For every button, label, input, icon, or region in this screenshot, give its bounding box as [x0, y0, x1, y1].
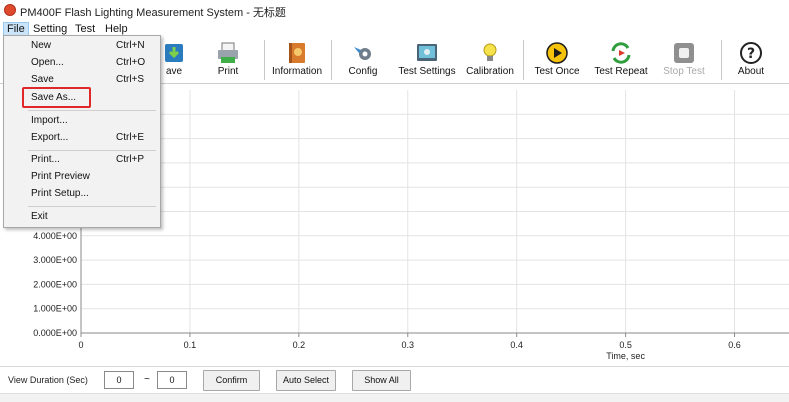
- title-bar: PM400F Flash Lighting Measurement System…: [0, 0, 789, 20]
- y-tick-label: 1.000E+00: [33, 304, 77, 314]
- x-tick-label: 0.6: [728, 340, 741, 350]
- menu-item-print[interactable]: Print... Ctrl+P: [4, 152, 160, 168]
- x-tick-label: 0.5: [619, 340, 632, 350]
- test-once-button[interactable]: Test Once: [531, 37, 583, 83]
- print-button[interactable]: Print: [205, 37, 251, 83]
- range-separator: ~: [144, 374, 150, 385]
- menu-setting[interactable]: Setting: [30, 22, 70, 36]
- x-tick-label: 0.4: [510, 340, 523, 350]
- test-settings-icon: [417, 44, 437, 61]
- test-settings-button[interactable]: Test Settings: [396, 37, 458, 83]
- save-as-highlight-box: [22, 87, 91, 108]
- config-button[interactable]: Config: [342, 37, 384, 83]
- menu-item-export[interactable]: Export... Ctrl+E: [4, 130, 160, 146]
- printer-icon: [218, 42, 238, 63]
- menu-item-open[interactable]: Open... Ctrl+O: [4, 55, 160, 71]
- view-duration-label: View Duration (Sec): [8, 375, 88, 385]
- x-tick-label: 0.2: [293, 340, 306, 350]
- menu-separator: [28, 110, 156, 111]
- app-logo-icon: [4, 4, 16, 16]
- menu-item-print-preview[interactable]: Print Preview: [4, 169, 160, 185]
- save-toolbar-button[interactable]: ave: [156, 37, 192, 83]
- test-repeat-button[interactable]: Test Repeat: [590, 37, 652, 83]
- menu-help[interactable]: Help: [102, 22, 131, 36]
- save-icon: [165, 44, 183, 62]
- y-tick-label: 3.000E+00: [33, 255, 77, 265]
- menu-item-exit[interactable]: Exit: [4, 209, 160, 225]
- menu-separator: [28, 206, 156, 207]
- toolbar-separator: [331, 40, 332, 80]
- menu-item-new[interactable]: New Ctrl+N: [4, 38, 160, 54]
- confirm-button[interactable]: Confirm: [203, 370, 260, 391]
- stop-test-button[interactable]: Stop Test: [659, 37, 709, 83]
- toolbar-separator: [523, 40, 524, 80]
- svg-text:?: ?: [747, 46, 755, 62]
- about-button[interactable]: ? About: [729, 37, 773, 83]
- x-axis-label: Time, sec: [606, 351, 645, 361]
- file-menu-dropdown: New Ctrl+N Open... Ctrl+O Save Ctrl+S Sa…: [3, 35, 161, 228]
- y-tick-label: 2.000E+00: [33, 279, 77, 289]
- y-tick-label: 0.000E+00: [33, 328, 77, 338]
- play-icon: [546, 42, 568, 64]
- auto-select-button[interactable]: Auto Select: [276, 370, 336, 391]
- window-title: PM400F Flash Lighting Measurement System…: [20, 7, 286, 19]
- x-tick-label: 0.3: [402, 340, 415, 350]
- config-gear-icon: [354, 47, 371, 60]
- menu-test[interactable]: Test: [72, 22, 98, 36]
- menu-item-save[interactable]: Save Ctrl+S: [4, 72, 160, 88]
- y-tick-label: 4.000E+00: [33, 231, 77, 241]
- x-tick-label: 0: [78, 340, 83, 350]
- x-tick-label: 0.1: [184, 340, 197, 350]
- information-button[interactable]: Information: [266, 37, 328, 83]
- menu-separator: [28, 150, 156, 151]
- calibration-button[interactable]: Calibration: [463, 37, 517, 83]
- show-all-button[interactable]: Show All: [352, 370, 411, 391]
- stop-icon: [674, 43, 694, 63]
- duration-from-input[interactable]: 0: [104, 371, 134, 389]
- menu-item-print-setup[interactable]: Print Setup...: [4, 186, 160, 202]
- repeat-icon: [611, 42, 631, 64]
- menu-item-import[interactable]: Import...: [4, 113, 160, 129]
- duration-to-input[interactable]: 0: [157, 371, 187, 389]
- information-book-icon: [289, 43, 305, 63]
- toolbar-separator: [721, 40, 722, 80]
- toolbar-separator: [264, 40, 265, 80]
- question-icon: ?: [740, 42, 762, 64]
- lightbulb-icon: [483, 43, 497, 61]
- bottom-controls: View Duration (Sec) 0 ~ 0 Confirm Auto S…: [0, 366, 789, 394]
